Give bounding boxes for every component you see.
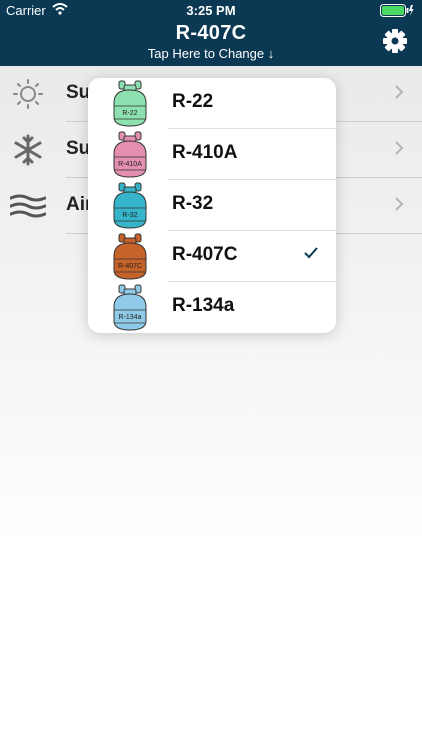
refrigerant-tank-icon: R-407C (113, 233, 147, 280)
menu-label: Su (66, 82, 91, 103)
refrigerant-name: R-134a (172, 295, 235, 316)
nav-bar: Carrier 3:25 PM R-407C Tap Here to Chang… (0, 0, 422, 66)
chevron-right-icon (395, 85, 404, 99)
change-refrigerant-link[interactable]: Tap Here to Change ↓ (0, 46, 422, 61)
chevron-right-icon (395, 141, 404, 155)
sun-icon (13, 79, 43, 109)
refrigerant-name: R-410A (172, 142, 238, 163)
refrigerant-option[interactable]: R-410A R-410A (88, 129, 336, 180)
airflow-icon (10, 194, 46, 218)
tank-label: R-134a (119, 314, 142, 321)
refrigerant-name: R-407C (172, 244, 238, 265)
chevron-right-icon (395, 197, 404, 211)
refrigerant-tank-icon: R-410A (113, 131, 147, 178)
checkmark-icon (304, 247, 318, 259)
refrigerant-option[interactable]: R-134a R-134a (88, 282, 336, 333)
refrigerant-name: R-32 (172, 193, 214, 214)
menu-label: Su (66, 138, 91, 159)
refrigerant-option[interactable]: R-22 R-22 (88, 78, 336, 129)
refrigerant-tank-icon: R-134a (113, 284, 147, 331)
tank-label: R-32 (122, 212, 137, 219)
tank-label: R-22 (122, 110, 137, 117)
refrigerant-name: R-22 (172, 91, 214, 112)
tank-label: R-407C (118, 263, 142, 270)
status-time: 3:25 PM (186, 3, 236, 18)
refrigerant-picker: R-22 R-22 R-410A R-410A R-32 R-32 R-407C… (88, 78, 336, 333)
battery-icon (380, 4, 414, 17)
refrigerant-option-selected[interactable]: R-407C R-407C (88, 231, 336, 282)
status-bar: Carrier 3:25 PM (0, 0, 422, 22)
gear-icon[interactable] (382, 28, 408, 54)
refrigerant-tank-icon: R-32 (113, 182, 147, 229)
snowflake-icon (14, 134, 42, 166)
page-title[interactable]: R-407C (0, 22, 422, 45)
tank-label: R-410A (118, 161, 142, 168)
refrigerant-option[interactable]: R-32 R-32 (88, 180, 336, 231)
refrigerant-tank-icon: R-22 (113, 80, 147, 127)
